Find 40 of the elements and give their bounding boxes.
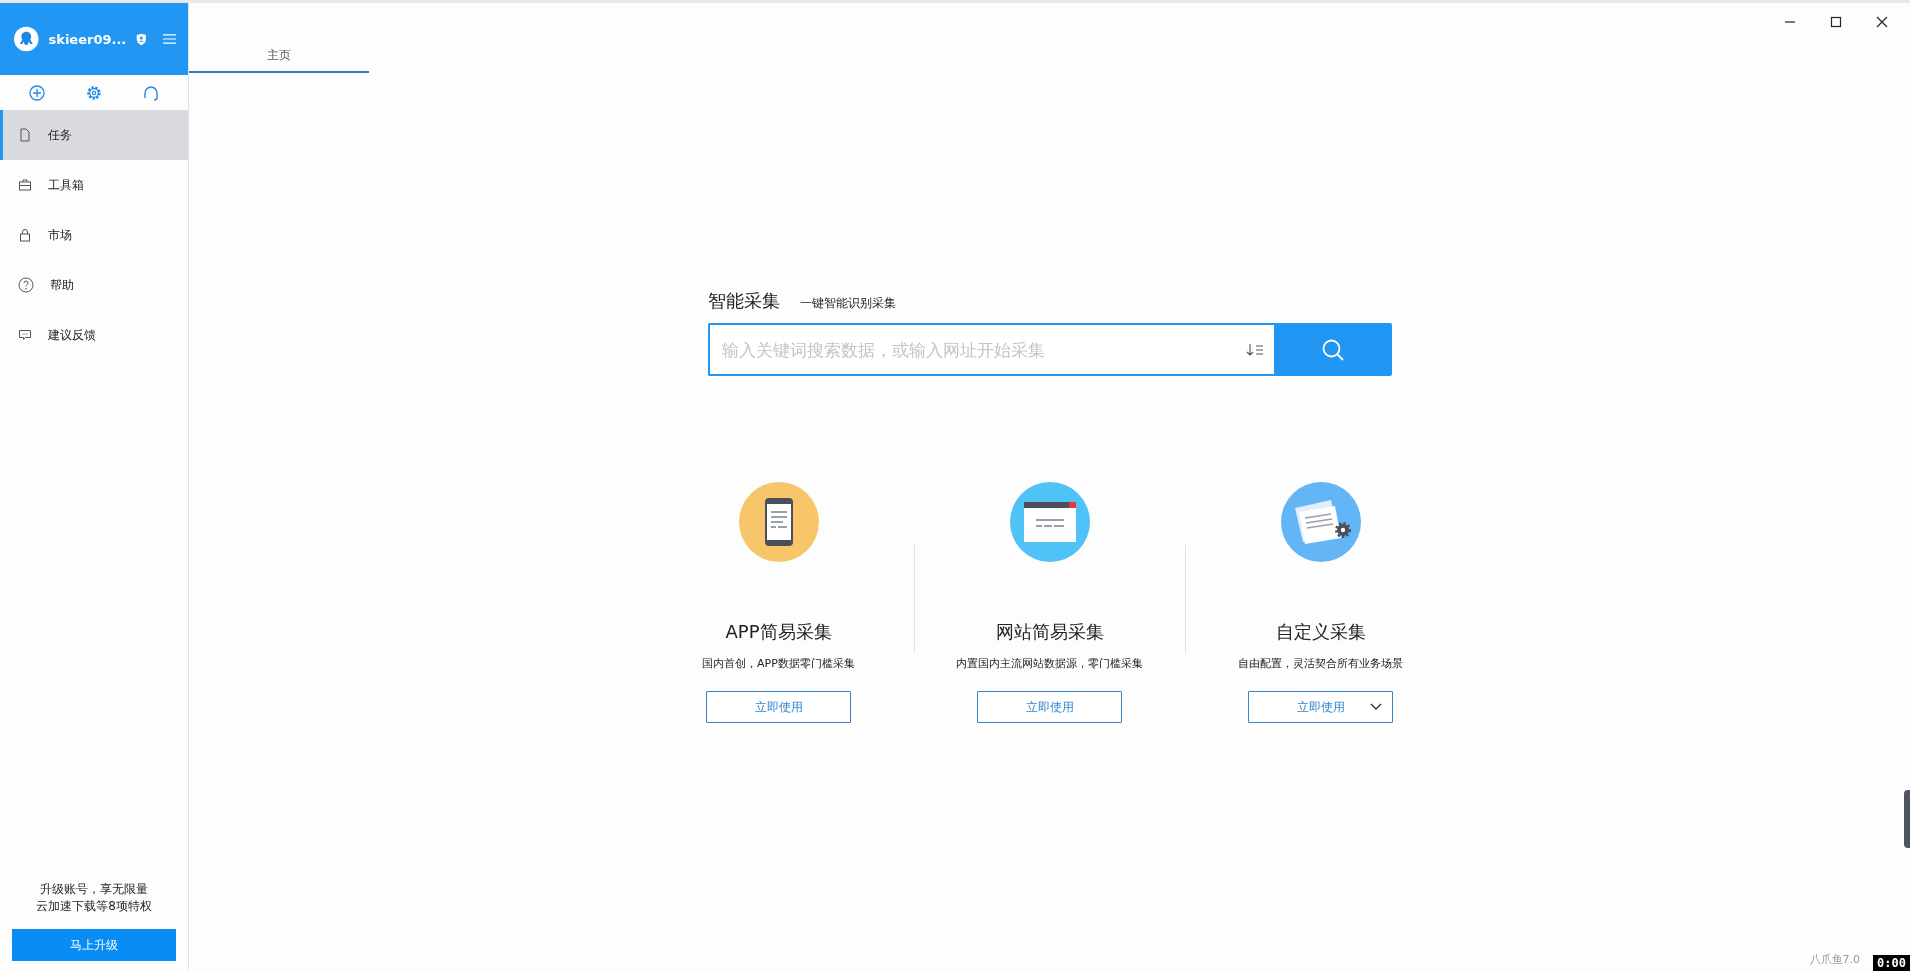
search-button[interactable]: [1273, 323, 1392, 376]
side-handle[interactable]: [1904, 790, 1910, 848]
use-now-button[interactable]: 立即使用: [706, 691, 851, 723]
briefcase-icon: [18, 178, 32, 192]
card-description: 国内首创，APP数据零门槛采集: [702, 656, 855, 671]
search-input[interactable]: 输入关键词搜索数据，或输入网址开始采集: [707, 323, 1274, 376]
sidebar-item[interactable]: 市场: [0, 210, 188, 260]
file-icon: [18, 128, 32, 142]
menu-icon[interactable]: [162, 33, 176, 45]
avatar-icon[interactable]: [14, 24, 39, 54]
section-title: 智能采集: [707, 289, 780, 313]
card-title: APP简易采集: [725, 620, 832, 644]
sort-icon[interactable]: [1245, 343, 1264, 357]
sidebar-item[interactable]: 工具箱: [0, 160, 188, 210]
search-icon: [1320, 337, 1345, 362]
timer-badge: 0:00: [1873, 955, 1910, 971]
promo-text: 云加速下载等8项特权: [36, 898, 152, 915]
sidebar-item[interactable]: 建议反馈: [0, 310, 188, 360]
tab[interactable]: 主页: [189, 3, 369, 73]
maximize-icon[interactable]: [1830, 16, 1842, 28]
headset-icon[interactable]: [143, 84, 160, 101]
caret-icon[interactable]: [1370, 703, 1382, 711]
use-now-button[interactable]: 立即使用: [977, 691, 1122, 723]
add-icon[interactable]: [28, 84, 45, 101]
sidebar-item[interactable]: 任务: [0, 110, 188, 160]
promo-text: 升级账号，享无限量: [40, 881, 148, 898]
shield-icon[interactable]: [136, 31, 147, 47]
lock-icon: [18, 228, 32, 242]
section-subtitle: 一键智能识别采集: [799, 295, 896, 312]
sidebar-item[interactable]: 帮助: [0, 260, 188, 310]
card-description: 自由配置，灵活契合所有业务场景: [1238, 656, 1403, 671]
card-title: 网站简易采集: [995, 620, 1104, 644]
card-description: 内置国内主流网站数据源，零门槛采集: [956, 656, 1143, 671]
settings-icon[interactable]: [86, 84, 102, 101]
version-text: 八爪鱼7.0: [1809, 952, 1860, 967]
close-icon[interactable]: [1876, 16, 1888, 28]
help-icon: [18, 277, 34, 293]
use-now-button[interactable]: 立即使用: [1248, 691, 1393, 723]
chat-icon: [18, 328, 32, 342]
card-title: 自定义采集: [1275, 620, 1366, 644]
